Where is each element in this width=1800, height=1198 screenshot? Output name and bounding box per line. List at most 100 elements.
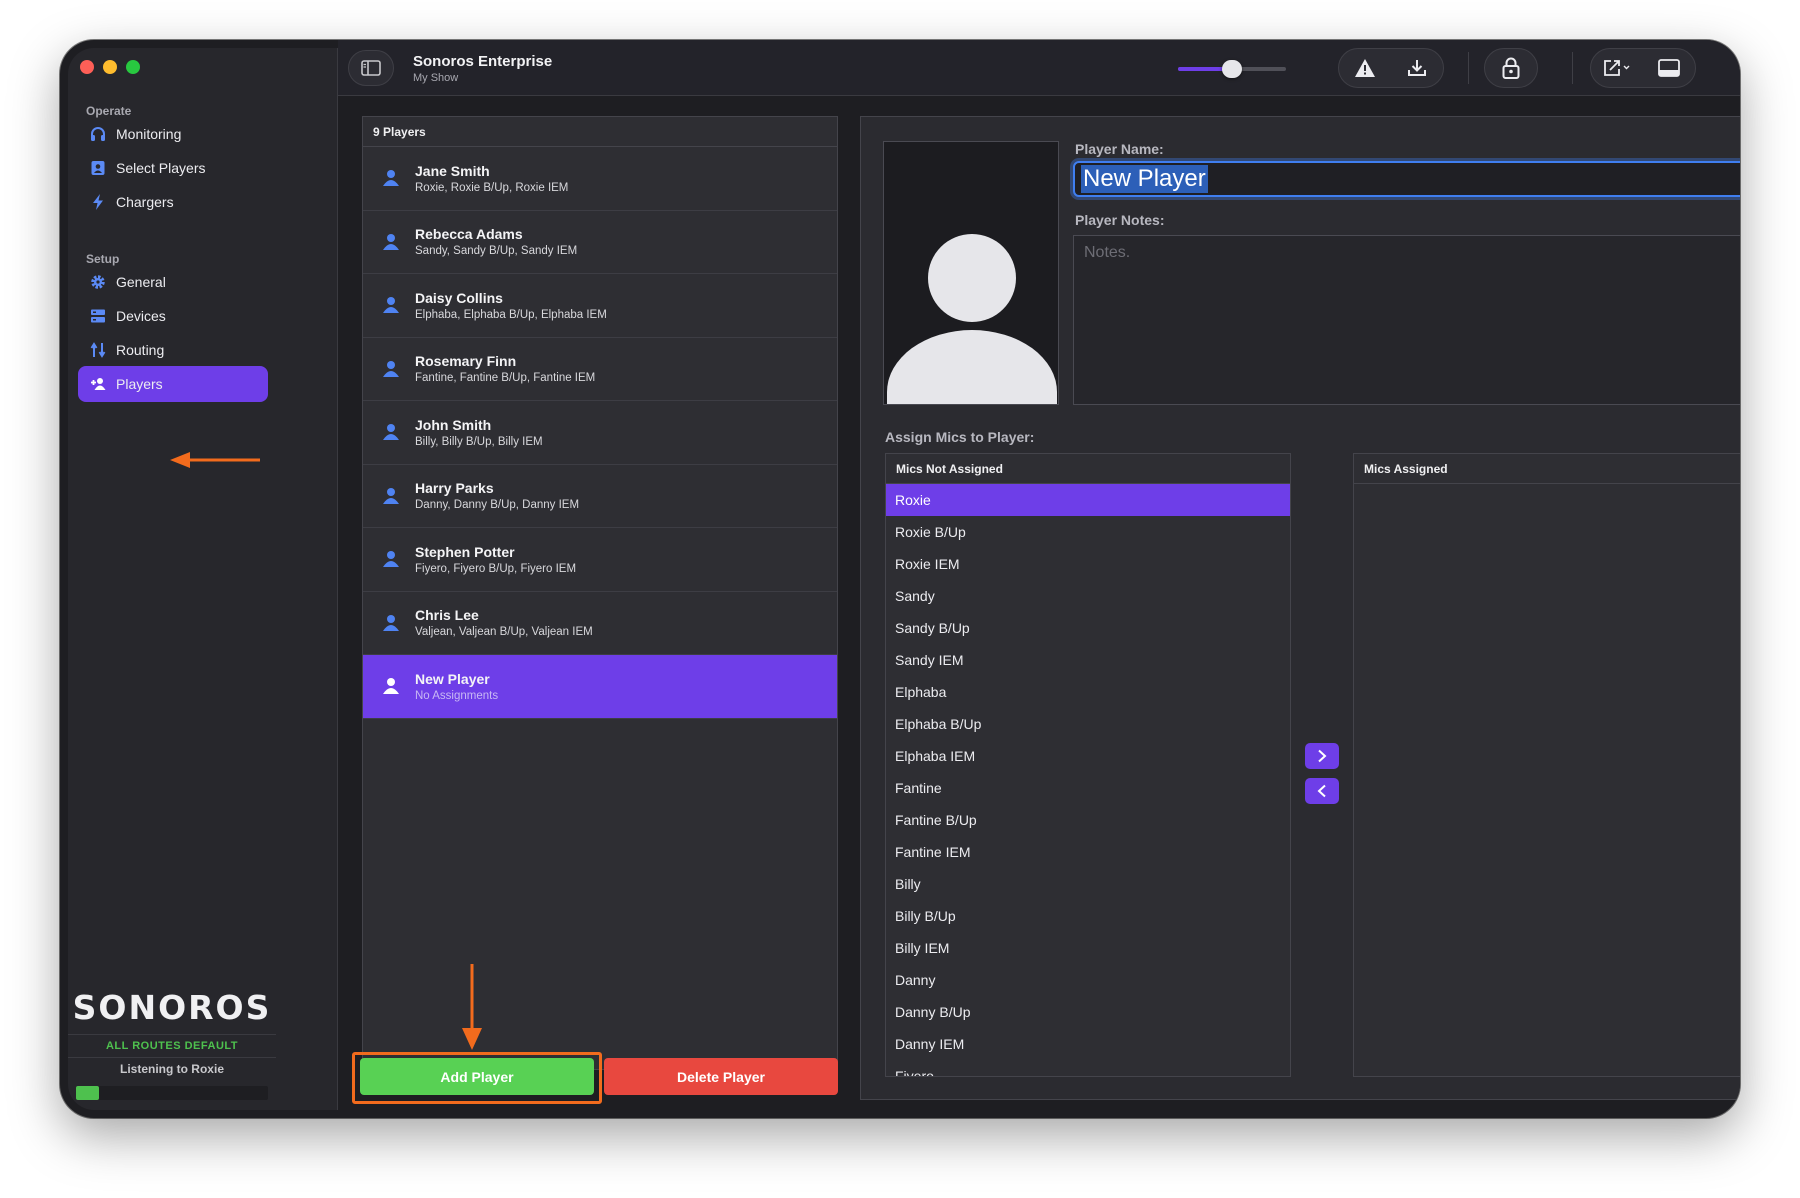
mics-assigned-list[interactable]: Mics Assigned xyxy=(1353,453,1740,1077)
lock-group xyxy=(1484,48,1538,88)
add-person-icon xyxy=(90,376,106,392)
player-text: Jane Smith Roxie, Roxie B/Up, Roxie IEM xyxy=(415,163,568,194)
unassign-mic-button[interactable] xyxy=(1305,778,1339,804)
person-icon xyxy=(381,359,401,379)
sidebar-item-players[interactable]: Players xyxy=(78,366,268,402)
audio-level-fill xyxy=(76,1086,100,1100)
mic-list-item[interactable]: Fantine xyxy=(886,772,1290,804)
routing-icon xyxy=(90,342,106,358)
player-mics: Danny, Danny B/Up, Danny IEM xyxy=(415,499,580,512)
player-row[interactable]: Jane Smith Roxie, Roxie B/Up, Roxie IEM xyxy=(363,147,837,211)
player-row[interactable]: Daisy Collins Elphaba, Elphaba B/Up, Elph… xyxy=(363,274,837,338)
mic-list-item[interactable]: Fantine B/Up xyxy=(886,804,1290,836)
player-name: Jane Smith xyxy=(415,162,490,179)
mic-list-item[interactable]: Elphaba xyxy=(886,676,1290,708)
players-list: 9 Players Jane Smith Roxie, Roxie B/Up, R… xyxy=(362,116,838,1070)
audio-level-meter xyxy=(76,1086,268,1100)
sidebar-item-label: Devices xyxy=(116,308,166,324)
download-button[interactable] xyxy=(1391,48,1443,88)
app-title: Sonoros Enterprise xyxy=(413,53,553,70)
mic-list-item[interactable]: Billy IEM xyxy=(886,932,1290,964)
delete-player-button[interactable]: Delete Player xyxy=(604,1058,838,1095)
player-mics: Fiyero, Fiyero B/Up, Fiyero IEM xyxy=(415,562,577,575)
player-mics: Roxie, Roxie B/Up, Roxie IEM xyxy=(415,181,569,194)
sidebar-item-label: General xyxy=(116,274,166,290)
mic-list-item[interactable]: Roxie B/Up xyxy=(886,516,1290,548)
external-link-icon xyxy=(1604,60,1630,76)
player-name-value: New Player xyxy=(1081,165,1208,193)
window-actions-group xyxy=(1590,48,1696,88)
player-notes-input[interactable]: Notes. xyxy=(1073,235,1740,405)
player-row[interactable]: Rosemary Finn Fantine, Fantine B/Up, Fant… xyxy=(363,338,837,401)
player-name-label: Player Name: xyxy=(1075,141,1164,157)
mic-list-item[interactable]: Fantine IEM xyxy=(886,836,1290,868)
mic-list-item[interactable]: Elphaba IEM xyxy=(886,740,1290,772)
server-icon xyxy=(90,308,106,324)
player-row[interactable]: Chris Lee Valjean, Valjean B/Up, Valjean … xyxy=(363,592,837,655)
player-text: Rosemary Finn Fantine, Fantine B/Up, Fant… xyxy=(415,353,595,384)
mic-list-item[interactable]: Billy xyxy=(886,868,1290,900)
player-name: Stephen Potter xyxy=(415,543,515,560)
mics-not-assigned-list[interactable]: Mics Not Assigned Roxie Roxie B/Up Roxie I… xyxy=(885,453,1291,1077)
player-notes-label: Player Notes: xyxy=(1075,212,1165,228)
volume-slider[interactable] xyxy=(1178,60,1286,78)
sidebar-item-routing[interactable]: Routing xyxy=(78,332,268,368)
player-row[interactable]: John Smith Billy, Billy B/Up, Billy IEM xyxy=(363,401,837,465)
mic-list-item[interactable]: Danny B/Up xyxy=(886,996,1290,1028)
mic-list-item[interactable]: Sandy B/Up xyxy=(886,612,1290,644)
slider-thumb[interactable] xyxy=(1222,60,1242,78)
zoom-window-button[interactable] xyxy=(126,60,140,74)
player-detail-panel: Player Name: New Player Player Notes: No… xyxy=(860,116,1740,1100)
player-name-input[interactable]: New Player xyxy=(1073,161,1740,197)
sonoros-logo: SONOROS xyxy=(72,988,272,1027)
routes-status: ALL ROUTES DEFAULT xyxy=(68,1034,276,1058)
sidebar-icon xyxy=(361,60,381,76)
mic-list-item[interactable]: Sandy IEM xyxy=(886,644,1290,676)
mic-list-item[interactable]: Roxie xyxy=(886,484,1290,516)
sidebar-item-devices[interactable]: Devices xyxy=(78,298,268,334)
sidebar-item-select-players[interactable]: Select Players xyxy=(78,150,268,186)
sidebar-item-chargers[interactable]: Chargers xyxy=(78,184,268,220)
player-row[interactable]: Stephen Potter Fiyero, Fiyero B/Up, Fiyer… xyxy=(363,528,837,592)
chevron-right-icon xyxy=(1318,749,1327,763)
sidebar-item-general[interactable]: General xyxy=(78,264,268,300)
mic-list-item[interactable]: Billy B/Up xyxy=(886,900,1290,932)
panel-toggle-button[interactable] xyxy=(1643,48,1695,88)
warning-icon xyxy=(1355,59,1375,77)
mic-list-item[interactable]: Sandy xyxy=(886,580,1290,612)
minimize-window-button[interactable] xyxy=(103,60,117,74)
player-mics: No Assignments xyxy=(415,689,499,702)
person-icon xyxy=(381,232,401,252)
player-text: Stephen Potter Fiyero, Fiyero B/Up, Fiyer… xyxy=(415,544,576,575)
mic-list-item[interactable]: Elphaba B/Up xyxy=(886,708,1290,740)
assign-mic-button[interactable] xyxy=(1305,743,1339,769)
sidebar-item-monitoring[interactable]: Monitoring xyxy=(78,116,268,152)
player-name: Rosemary Finn xyxy=(415,353,517,370)
player-text: Harry Parks Danny, Danny B/Up, Danny IEM xyxy=(415,480,579,511)
player-name: Chris Lee xyxy=(415,607,479,624)
close-window-button[interactable] xyxy=(80,60,94,74)
mics-assigned-header: Mics Assigned xyxy=(1354,454,1740,484)
person-icon xyxy=(381,168,401,188)
sidebar-item-label: Chargers xyxy=(116,194,174,210)
player-photo[interactable] xyxy=(883,141,1059,405)
sidebar: Operate Monitoring Select Players Charge… xyxy=(68,48,338,1110)
mic-list-item[interactable]: Roxie IEM xyxy=(886,548,1290,580)
player-row[interactable]: New Player No Assignments xyxy=(363,655,837,719)
player-row[interactable]: Rebecca Adams Sandy, Sandy B/Up, Sandy IE… xyxy=(363,211,837,274)
open-external-menu-button[interactable] xyxy=(1591,48,1643,88)
player-mics: Billy, Billy B/Up, Billy IEM xyxy=(415,435,543,448)
mic-list-item[interactable]: Danny IEM xyxy=(886,1028,1290,1060)
player-text: Rebecca Adams Sandy, Sandy B/Up, Sandy IE… xyxy=(415,226,577,257)
mic-list-item[interactable]: Fiyero xyxy=(886,1060,1290,1076)
warning-button[interactable] xyxy=(1339,48,1391,88)
player-mics: Fantine, Fantine B/Up, Fantine IEM xyxy=(415,372,596,385)
person-icon xyxy=(381,295,401,315)
mic-list-item[interactable]: Danny xyxy=(886,964,1290,996)
sidebar-toggle-button[interactable] xyxy=(348,50,394,86)
player-mics: Sandy, Sandy B/Up, Sandy IEM xyxy=(415,245,578,258)
download-icon xyxy=(1408,60,1426,76)
lock-button[interactable] xyxy=(1485,48,1537,88)
mics-not-assigned-header: Mics Not Assigned xyxy=(886,454,1290,484)
player-row[interactable]: Harry Parks Danny, Danny B/Up, Danny IEM xyxy=(363,465,837,528)
